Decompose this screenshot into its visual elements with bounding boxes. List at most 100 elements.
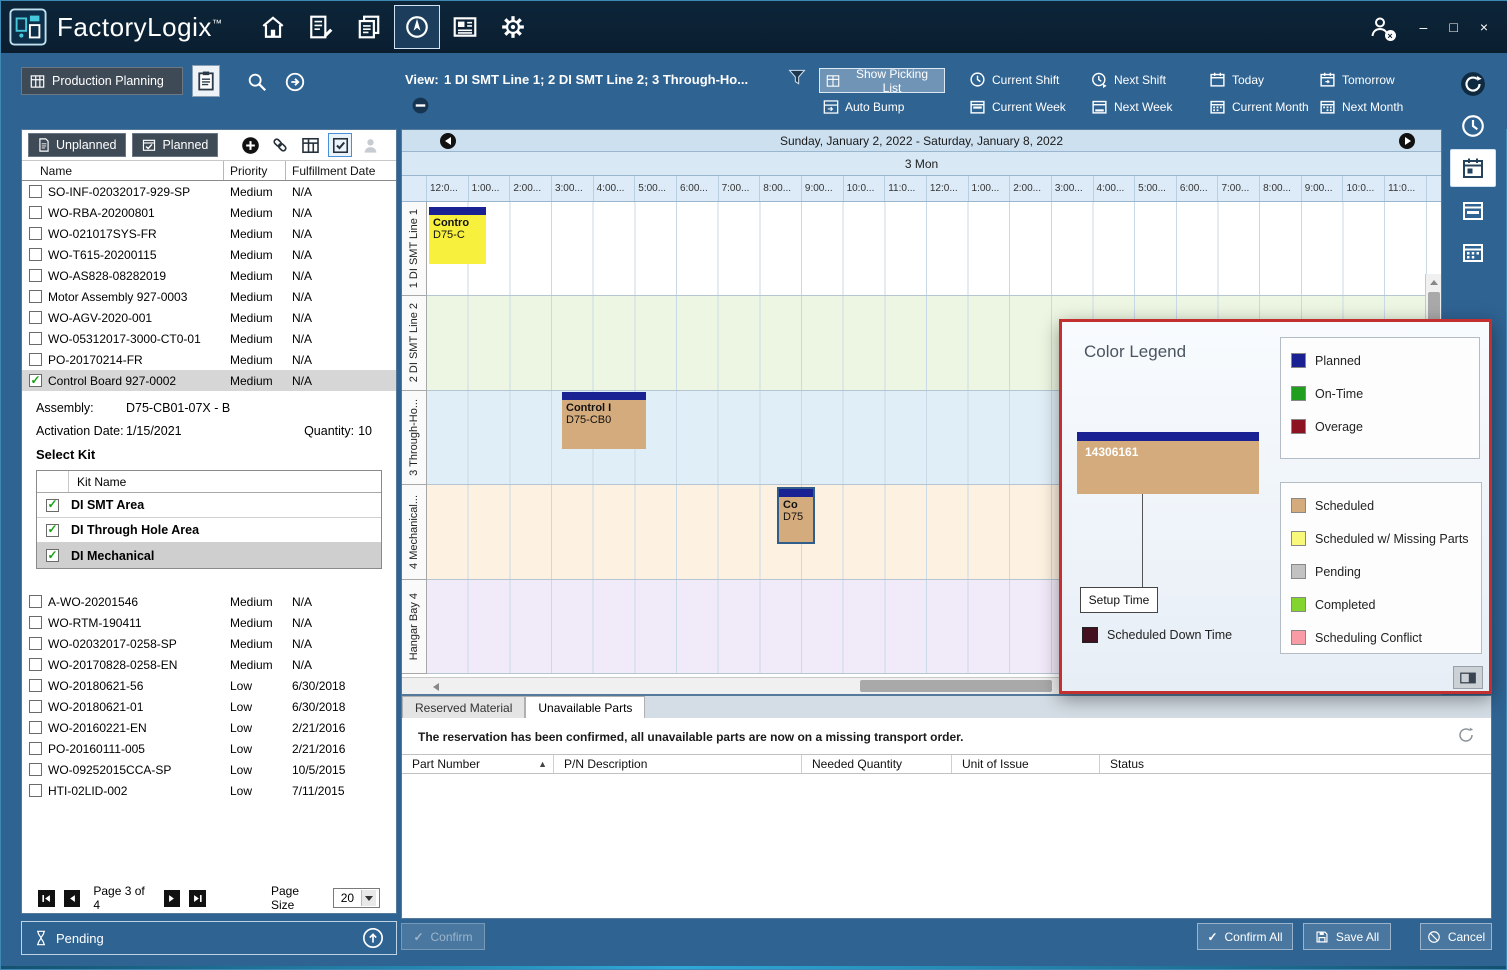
tab-unplanned[interactable]: Unplanned [28,133,126,157]
forms-nav-button[interactable] [298,5,344,49]
auto-bump-button[interactable]: Auto Bump [823,100,904,114]
order-row[interactable]: WO-RTM-190411 Medium N/A [22,612,396,633]
minimize-button[interactable]: – [1416,18,1432,36]
refresh-icon[interactable] [1457,726,1475,744]
today-button[interactable]: Today [1209,71,1264,88]
next-week-button[interactable]: Next Week [1091,98,1172,115]
column-unit-of-issue[interactable]: Unit of Issue [952,755,1100,773]
user-account-icon[interactable]: × [1368,15,1392,39]
cancel-button[interactable]: Cancel [1420,923,1492,950]
order-checkbox[interactable] [29,227,42,240]
show-picking-list-button[interactable]: Show Picking List [819,68,945,93]
kit-row[interactable]: DI Mechanical [37,543,381,568]
production-planning-button[interactable]: Production Planning [21,67,183,95]
order-checkbox[interactable] [29,353,42,366]
kit-checkbox[interactable] [46,524,59,537]
schedule-grid-button[interactable] [298,133,322,157]
order-row[interactable]: WO-02032017-0258-SP Medium N/A [22,633,396,654]
order-row[interactable]: Control Board 927-0002 Medium N/A [22,370,396,391]
shift-view-icon[interactable] [1450,107,1496,145]
column-status[interactable]: Status [1100,755,1491,773]
order-checkbox[interactable] [29,248,42,261]
column-name[interactable]: Name [22,161,224,180]
order-checkbox[interactable] [29,700,42,713]
prev-page-button[interactable] [64,890,81,907]
order-row[interactable]: WO-05312017-3000-CT0-01 Medium N/A [22,328,396,349]
search-icon[interactable] [246,71,268,93]
column-needed-quantity[interactable]: Needed Quantity [802,755,952,773]
tab-reserved-material[interactable]: Reserved Material [402,696,525,718]
scroll-left-icon[interactable] [430,681,442,692]
tab-planned[interactable]: Planned [132,133,218,157]
order-row[interactable]: A-WO-20201546 Medium N/A [22,591,396,612]
settings-nav-button[interactable] [490,5,536,49]
order-checkbox[interactable] [29,332,42,345]
order-checkbox[interactable] [29,763,42,776]
order-checkbox[interactable] [29,721,42,734]
confirm-all-button[interactable]: ✓ Confirm All [1197,923,1293,950]
order-row[interactable]: WO-20160221-EN Low 2/21/2016 [22,717,396,738]
order-row[interactable]: WO-RBA-20200801 Medium N/A [22,202,396,223]
order-checkbox[interactable] [29,374,42,387]
order-row[interactable]: Motor Assembly 927-0003 Medium N/A [22,286,396,307]
column-part-number[interactable]: Part Number ▲ [402,755,554,773]
save-all-button[interactable]: Save All [1303,923,1391,950]
refresh-view-icon[interactable] [1450,65,1496,103]
week-view-icon[interactable] [1450,191,1496,229]
order-row[interactable]: WO-T615-20200115 Medium N/A [22,244,396,265]
close-button[interactable]: × [1476,18,1492,36]
order-row[interactable]: WO-20170828-0258-EN Medium N/A [22,654,396,675]
order-row[interactable]: PO-20160111-005 Low 2/21/2016 [22,738,396,759]
prev-range-button[interactable] [440,133,456,149]
link-order-button[interactable] [268,133,292,157]
month-view-icon[interactable] [1450,233,1496,271]
add-order-button[interactable] [238,133,262,157]
go-to-icon[interactable] [284,71,306,93]
gantt-lane[interactable] [427,202,1441,296]
order-row[interactable]: WO-09252015CCA-SP Low 10/5/2015 [22,759,396,780]
order-checkbox[interactable] [29,658,42,671]
gantt-bar-scheduled[interactable]: Control I D75-CB0 [562,392,646,449]
current-week-button[interactable]: Current Week [969,98,1066,115]
order-checkbox[interactable] [29,595,42,608]
column-fulfillment-date[interactable]: Fulfillment Date [286,161,396,180]
order-checkbox[interactable] [29,185,42,198]
collapse-icon[interactable] [411,96,430,115]
scroll-up-icon[interactable] [1428,276,1440,288]
order-row[interactable]: WO-20180621-01 Low 6/30/2018 [22,696,396,717]
order-row[interactable]: HTI-02LID-002 Low 7/11/2015 [22,780,396,801]
home-nav-button[interactable] [250,5,296,49]
order-checkbox[interactable] [29,290,42,303]
tab-unavailable-parts[interactable]: Unavailable Parts [525,696,645,718]
column-priority[interactable]: Priority [224,161,286,180]
next-month-button[interactable]: Next Month [1319,98,1403,115]
order-row[interactable]: WO-021017SYS-FR Medium N/A [22,223,396,244]
gantt-bar-missing-parts[interactable]: Contro D75-C [429,207,486,264]
current-month-button[interactable]: Current Month [1209,98,1309,115]
filter-icon[interactable] [787,67,807,87]
order-checkbox[interactable] [29,206,42,219]
kit-checkbox[interactable] [46,499,59,512]
order-checkbox[interactable] [29,742,42,755]
horizontal-scroll-thumb[interactable] [860,680,1052,692]
order-checkbox[interactable] [29,269,42,282]
legend-collapse-button[interactable] [1453,666,1483,689]
news-nav-button[interactable] [442,5,488,49]
select-mode-button[interactable] [328,133,352,157]
clipboard-button[interactable] [192,65,220,97]
page-size-select[interactable]: 20 [333,888,380,908]
maximize-button[interactable]: □ [1445,18,1461,36]
order-checkbox[interactable] [29,784,42,797]
order-row[interactable]: WO-AGV-2020-001 Medium N/A [22,307,396,328]
last-page-button[interactable] [189,890,206,907]
documents-nav-button[interactable] [346,5,392,49]
current-shift-button[interactable]: Current Shift [969,71,1059,88]
view-selector[interactable]: 1 DI SMT Line 1; 2 DI SMT Line 2; 3 Thro… [444,72,774,87]
assign-user-button[interactable] [358,133,382,157]
order-row[interactable]: PO-20170214-FR Medium N/A [22,349,396,370]
day-view-icon[interactable] [1450,149,1496,187]
scheduler-nav-button[interactable] [394,5,440,49]
next-shift-button[interactable]: Next Shift [1091,71,1166,88]
column-pn-description[interactable]: P/N Description [554,755,802,773]
order-checkbox[interactable] [29,679,42,692]
